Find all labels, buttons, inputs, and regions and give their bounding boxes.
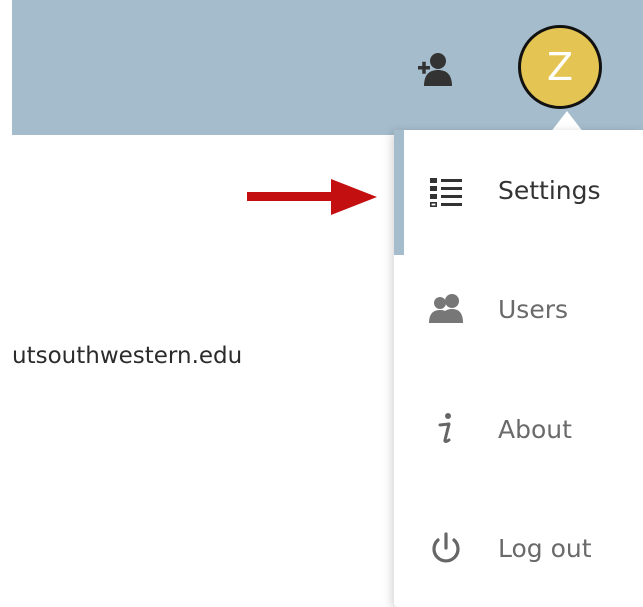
menu-item-settings[interactable]: Settings [394, 142, 643, 242]
info-icon [438, 413, 451, 443]
avatar-initial: Z [546, 45, 574, 89]
menu-item-users[interactable]: Users [394, 260, 643, 360]
menu-item-about-label: About [498, 415, 572, 444]
list-settings-icon [429, 178, 462, 207]
account-domain-text: utsouthwestern.edu [12, 343, 243, 369]
users-icon [429, 294, 463, 323]
user-add-icon[interactable] [416, 52, 456, 88]
menu-item-users-label: Users [498, 295, 569, 324]
user-avatar-button[interactable]: Z [518, 25, 602, 109]
menu-item-logout-label: Log out [498, 534, 592, 563]
menu-item-settings-label: Settings [498, 176, 601, 205]
menu-item-logout[interactable]: Log out [394, 500, 643, 600]
power-icon [432, 532, 460, 563]
menu-item-about[interactable]: About [394, 380, 643, 480]
user-dropdown-menu: Settings Users About Log out [394, 130, 643, 607]
annotation-arrow [247, 179, 377, 215]
